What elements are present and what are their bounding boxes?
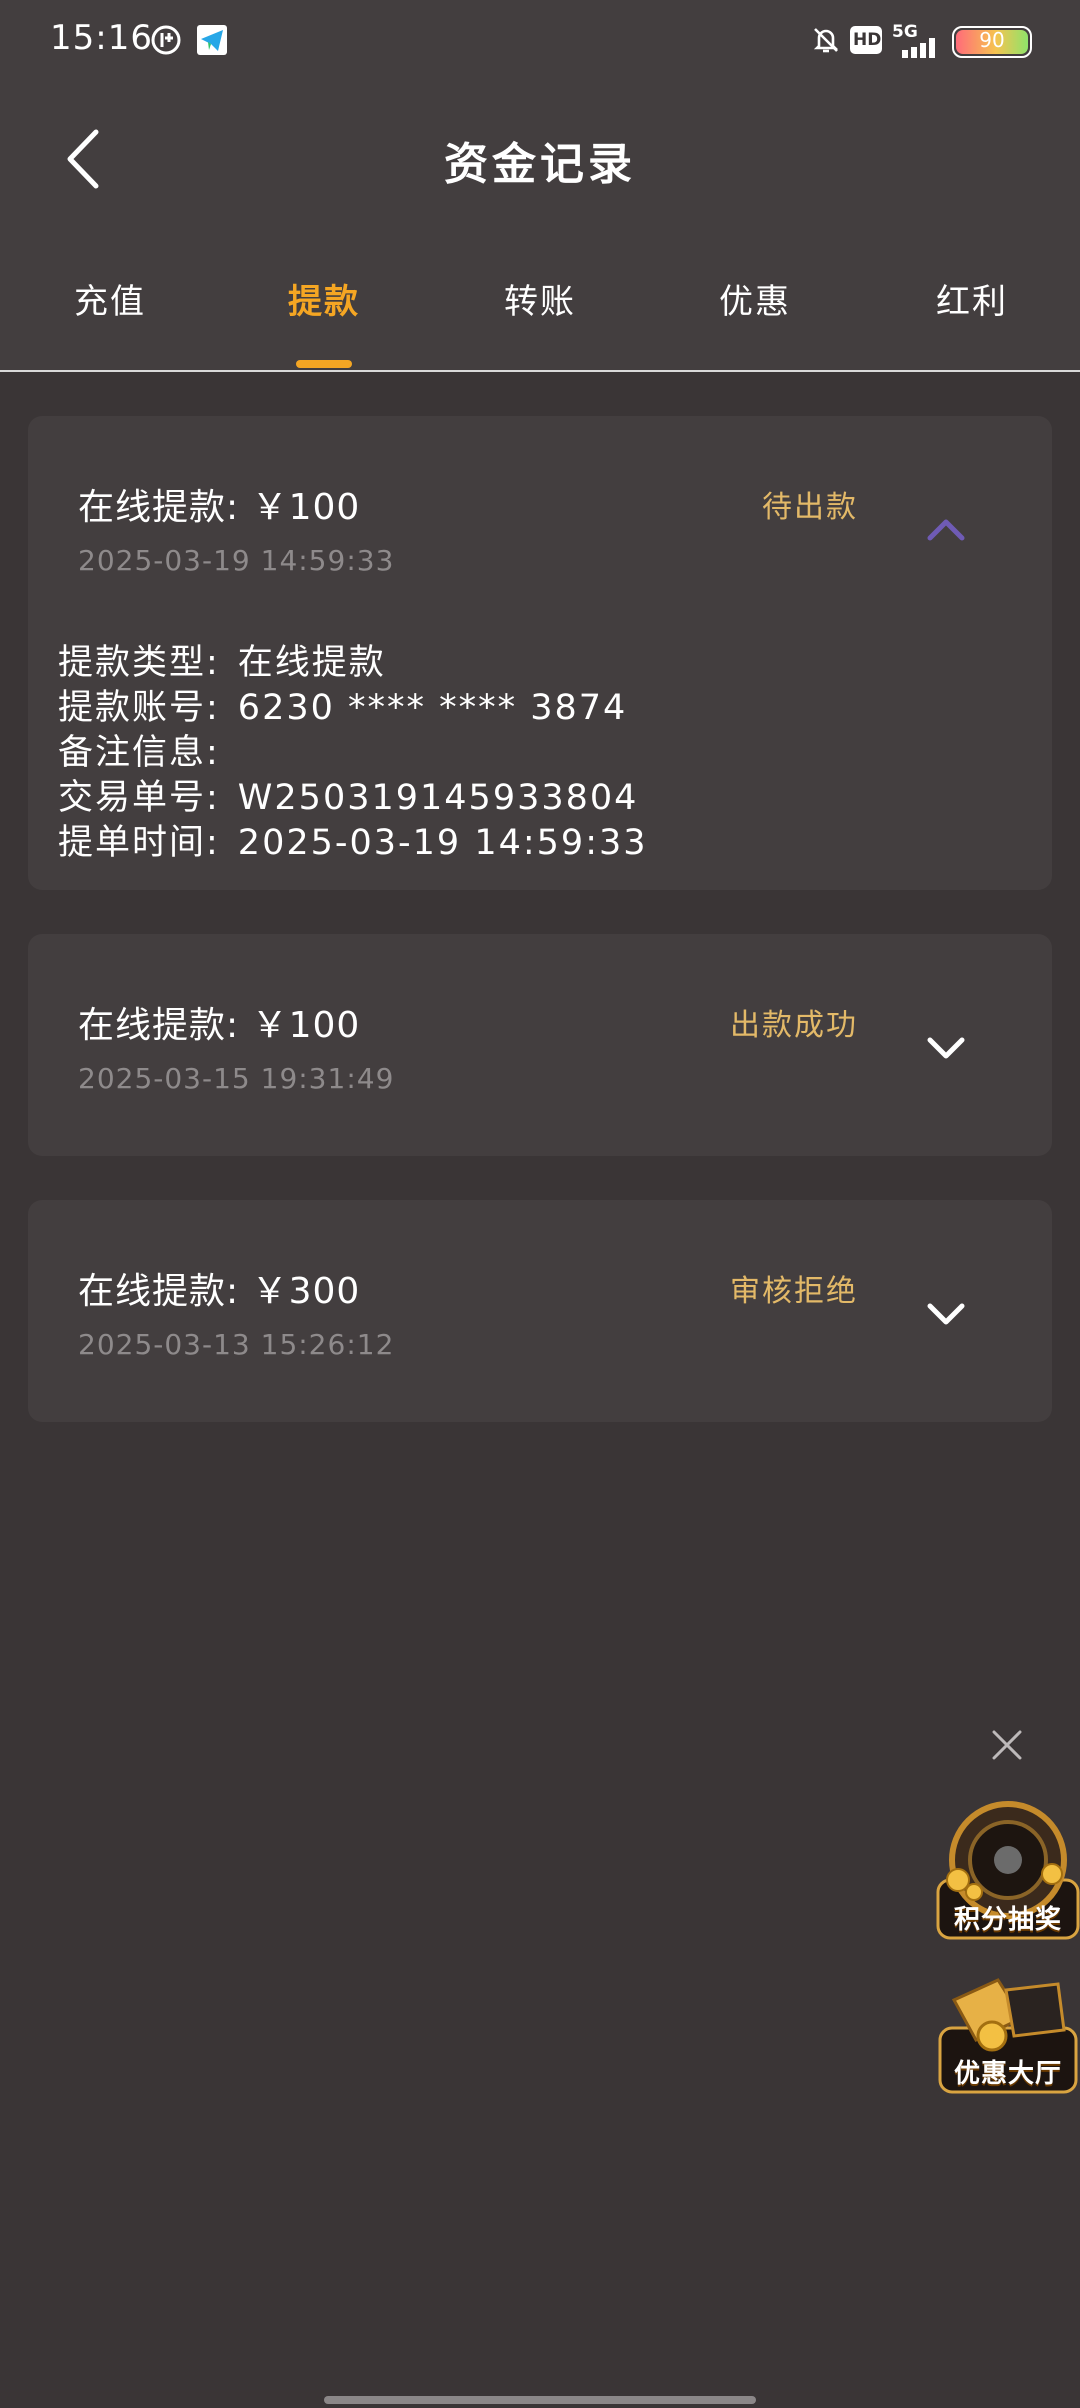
detail-value: 在线提款 [237, 643, 386, 683]
app-icon [151, 25, 181, 55]
battery-level: 90 [979, 28, 1005, 52]
record-status: 待出款 [762, 490, 858, 525]
tab-transfer[interactable]: 转账 [430, 274, 650, 323]
chevron-down-icon[interactable] [926, 1300, 966, 1326]
signal-icon [902, 38, 935, 58]
promotion-hall-button[interactable]: 优惠大厅 [936, 1970, 1080, 2096]
chevron-up-icon[interactable] [926, 516, 966, 542]
detail-value: W250319145933804 [237, 778, 639, 818]
active-tab-indicator [296, 360, 352, 368]
detail-label: 提款类型: [58, 643, 220, 683]
nav-bar: 资金记录 [0, 80, 1080, 230]
detail-label: 提款账号: [58, 688, 220, 728]
promotion-hall-label: 优惠大厅 [953, 2059, 1062, 2089]
record-title: 在线提款: ￥300 [78, 1271, 361, 1312]
detail-row: 提款类型: 在线提款 [58, 634, 386, 685]
status-bar: 15:16 HD 5G 90 [0, 0, 1080, 80]
hd-label: HD [853, 30, 882, 50]
close-icon[interactable] [990, 1728, 1024, 1762]
detail-label: 提单时间: [58, 823, 220, 863]
record-status: 审核拒绝 [730, 1274, 858, 1309]
detail-label: 备注信息: [58, 733, 220, 773]
chevron-down-icon[interactable] [926, 1034, 966, 1060]
record-status: 出款成功 [730, 1008, 858, 1043]
record-time: 2025-03-15 19:31:49 [78, 1062, 395, 1095]
record-time: 2025-03-19 14:59:33 [78, 544, 395, 577]
withdraw-record-card[interactable]: 在线提款: ￥100 2025-03-19 14:59:33 待出款 提款类型:… [28, 416, 1052, 890]
detail-row: 提款账号: 6230 **** **** 3874 [58, 679, 627, 730]
tab-recharge[interactable]: 充值 [0, 274, 220, 323]
tab-bonus[interactable]: 红利 [862, 274, 1080, 323]
tab-promotion[interactable]: 优惠 [645, 274, 865, 323]
detail-row: 提单时间: 2025-03-19 14:59:33 [58, 814, 648, 865]
detail-value: 6230 **** **** 3874 [237, 688, 628, 728]
points-lottery-label: 积分抽奖 [953, 1905, 1062, 1935]
detail-label: 交易单号: [58, 778, 220, 818]
detail-row: 交易单号: W250319145933804 [58, 769, 638, 820]
detail-row: 备注信息: [58, 724, 238, 775]
record-title: 在线提款: ￥100 [78, 1005, 361, 1046]
tab-withdraw[interactable]: 提款 [214, 274, 434, 323]
telegram-icon [197, 25, 227, 55]
tab-bar: 充值 提款 转账 优惠 红利 [0, 258, 1080, 370]
page-title: 资金记录 [444, 139, 636, 190]
points-lottery-button[interactable]: 积分抽奖 [936, 1796, 1080, 1942]
record-time: 2025-03-13 15:26:12 [78, 1328, 395, 1361]
status-time: 15:16 [50, 18, 153, 58]
detail-value: 2025-03-19 14:59:33 [237, 823, 648, 863]
tab-divider [0, 370, 1080, 372]
home-indicator[interactable] [324, 2396, 756, 2404]
withdraw-record-card[interactable]: 在线提款: ￥300 2025-03-13 15:26:12 审核拒绝 [28, 1200, 1052, 1422]
bell-muted-icon [813, 28, 839, 53]
withdraw-record-card[interactable]: 在线提款: ￥100 2025-03-15 19:31:49 出款成功 [28, 934, 1052, 1156]
record-title: 在线提款: ￥100 [78, 487, 361, 528]
